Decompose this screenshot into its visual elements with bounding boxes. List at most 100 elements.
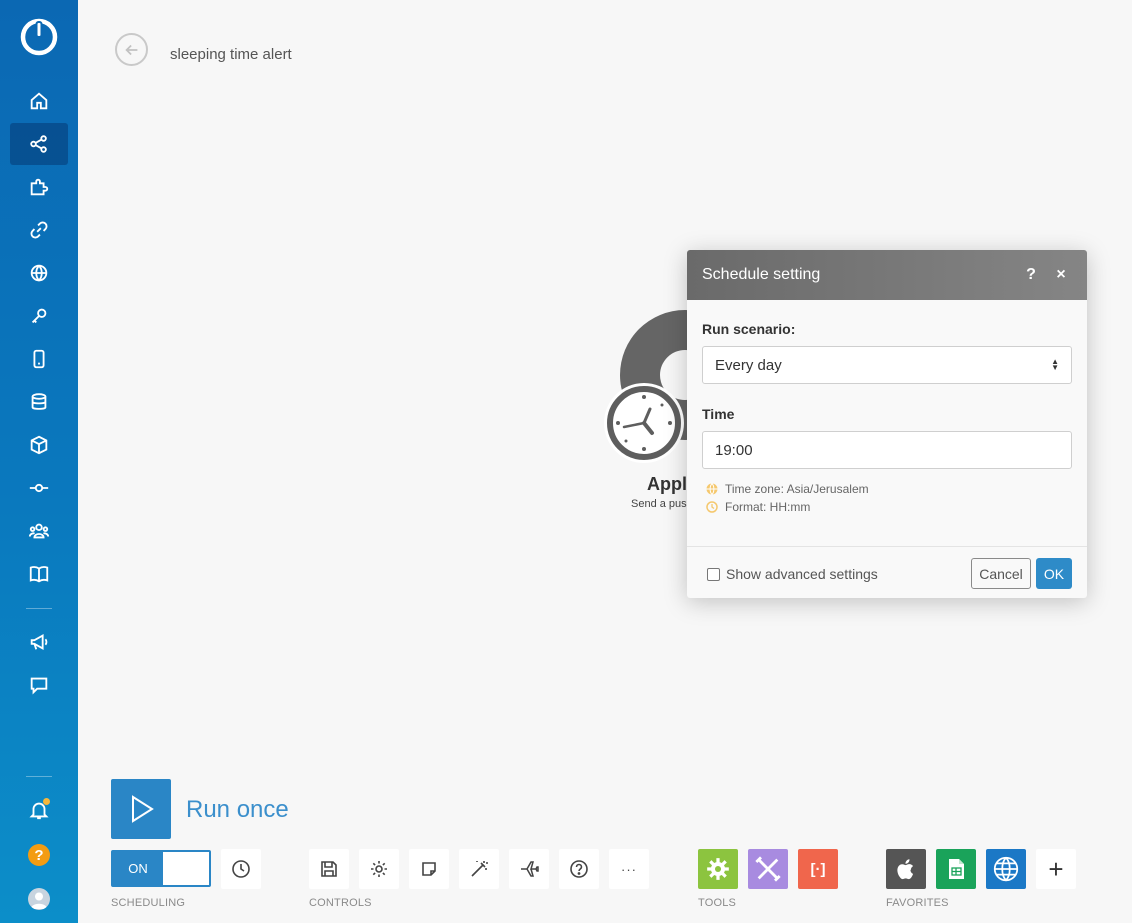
notes-button[interactable] <box>409 849 449 889</box>
link-icon <box>30 221 48 239</box>
scheduling-label: SCHEDULING <box>111 897 186 909</box>
schedule-clock-button[interactable] <box>604 383 684 463</box>
scenario-title[interactable]: sleeping time alert <box>170 46 292 63</box>
globe-icon <box>706 483 718 495</box>
database-icon <box>31 393 47 410</box>
sidebar-item-team[interactable] <box>10 510 68 552</box>
time-input[interactable] <box>702 431 1072 469</box>
arrow-left-icon <box>124 44 137 55</box>
apple-icon <box>897 859 914 880</box>
favorite-ios-button[interactable] <box>886 849 926 889</box>
notification-dot <box>43 798 50 805</box>
sidebar-item-connections[interactable] <box>10 209 68 251</box>
favorite-http-button[interactable] <box>986 849 1026 889</box>
tools-label: TOOLS <box>698 897 737 909</box>
ok-button[interactable]: OK <box>1036 558 1072 589</box>
help-button[interactable] <box>559 849 599 889</box>
globe-icon <box>30 264 48 282</box>
help-icon: ? <box>28 844 50 866</box>
clock-icon <box>706 501 718 513</box>
sidebar-divider <box>26 608 52 609</box>
favorites-label: FAVORITES <box>886 897 949 909</box>
sidebar-item-keys[interactable] <box>10 295 68 337</box>
dialog-close-button[interactable]: × <box>1050 264 1072 286</box>
clock-icon <box>232 860 250 878</box>
back-button[interactable] <box>115 33 148 66</box>
tools-flow-control-button[interactable] <box>698 849 738 889</box>
timezone-hint-text: Time zone: Asia/Jerusalem <box>725 482 869 496</box>
puzzle-icon <box>30 178 49 196</box>
run-scenario-select[interactable]: Every day ▲ ▼ <box>702 346 1072 384</box>
format-hint-text: Format: HH:mm <box>725 500 811 514</box>
explain-flow-button[interactable] <box>509 849 549 889</box>
more-button[interactable]: ··· <box>609 849 649 889</box>
run-scenario-value: Every day <box>715 356 782 374</box>
phone-icon <box>33 349 45 369</box>
sidebar-item-webhooks[interactable] <box>10 252 68 294</box>
run-once-label[interactable]: Run once <box>186 796 289 824</box>
advanced-settings-label[interactable]: Show advanced settings <box>726 566 878 582</box>
cancel-button[interactable]: Cancel <box>971 558 1031 589</box>
sidebar-item-devices[interactable] <box>10 338 68 380</box>
avatar <box>28 888 50 910</box>
sidebar: ? <box>0 0 78 923</box>
module-sublabel: Send a push <box>631 498 693 510</box>
spreadsheet-icon <box>949 859 964 879</box>
dialog-help-button[interactable]: ? <box>1020 264 1042 286</box>
tools-button[interactable] <box>748 849 788 889</box>
text-parser-button[interactable]: [·] <box>798 849 838 889</box>
key-icon <box>31 308 47 324</box>
favorite-google-sheets-button[interactable] <box>936 849 976 889</box>
sidebar-item-chat[interactable] <box>10 664 68 706</box>
clock-icon <box>607 386 681 460</box>
sidebar-item-flow[interactable] <box>10 467 68 509</box>
flow-icon <box>29 483 49 493</box>
sidebar-item-announcements[interactable] <box>10 621 68 663</box>
sidebar-item-docs[interactable] <box>10 553 68 595</box>
cube-icon <box>30 435 48 455</box>
sidebar-item-datastructures[interactable] <box>10 424 68 466</box>
sidebar-item-notifications[interactable] <box>10 789 68 831</box>
sidebar-item-home[interactable] <box>10 80 68 122</box>
time-label: Time <box>702 406 735 422</box>
format-hint: Format: HH:mm <box>706 500 810 514</box>
magic-wand-icon <box>471 861 488 877</box>
home-icon <box>30 92 48 110</box>
advanced-settings-checkbox[interactable]: Show advanced settings <box>707 566 878 582</box>
run-scenario-label: Run scenario: <box>702 321 796 337</box>
sidebar-item-datastores[interactable] <box>10 381 68 423</box>
module-label: Appl <box>647 474 687 494</box>
settings-button[interactable] <box>359 849 399 889</box>
controls-label: CONTROLS <box>309 897 372 909</box>
toggle-on-label: ON <box>113 852 163 885</box>
sidebar-item-profile[interactable] <box>10 878 68 920</box>
sidebar-item-help[interactable]: ? <box>10 834 68 876</box>
tools-icon <box>755 856 781 882</box>
schedule-settings-button[interactable] <box>221 849 261 889</box>
book-icon <box>29 566 49 583</box>
note-icon <box>422 862 436 876</box>
dialog-footer: Show advanced settings Cancel OK <box>687 546 1087 598</box>
megaphone-icon <box>30 634 48 650</box>
scheduling-toggle[interactable]: ON <box>111 850 211 887</box>
logo-icon[interactable] <box>19 17 59 57</box>
save-icon <box>321 861 337 877</box>
auto-align-button[interactable] <box>459 849 499 889</box>
schedule-dialog: Schedule setting ? × Run scenario: Every… <box>687 250 1087 598</box>
play-icon <box>132 795 154 823</box>
dialog-header: Schedule setting ? × <box>687 250 1087 300</box>
sidebar-item-scenarios[interactable] <box>10 123 68 165</box>
gear-icon <box>707 858 729 880</box>
save-button[interactable] <box>309 849 349 889</box>
chat-icon <box>30 677 48 695</box>
run-once-button[interactable] <box>111 779 171 839</box>
dialog-title: Schedule setting <box>702 266 821 283</box>
add-favorite-button[interactable]: + <box>1036 849 1076 889</box>
share-icon <box>30 135 47 153</box>
team-icon <box>28 523 50 539</box>
sidebar-item-templates[interactable] <box>10 166 68 208</box>
airplane-icon <box>521 861 539 877</box>
gear-icon <box>371 861 387 877</box>
checkbox-box[interactable] <box>707 567 720 581</box>
question-icon <box>570 860 588 878</box>
